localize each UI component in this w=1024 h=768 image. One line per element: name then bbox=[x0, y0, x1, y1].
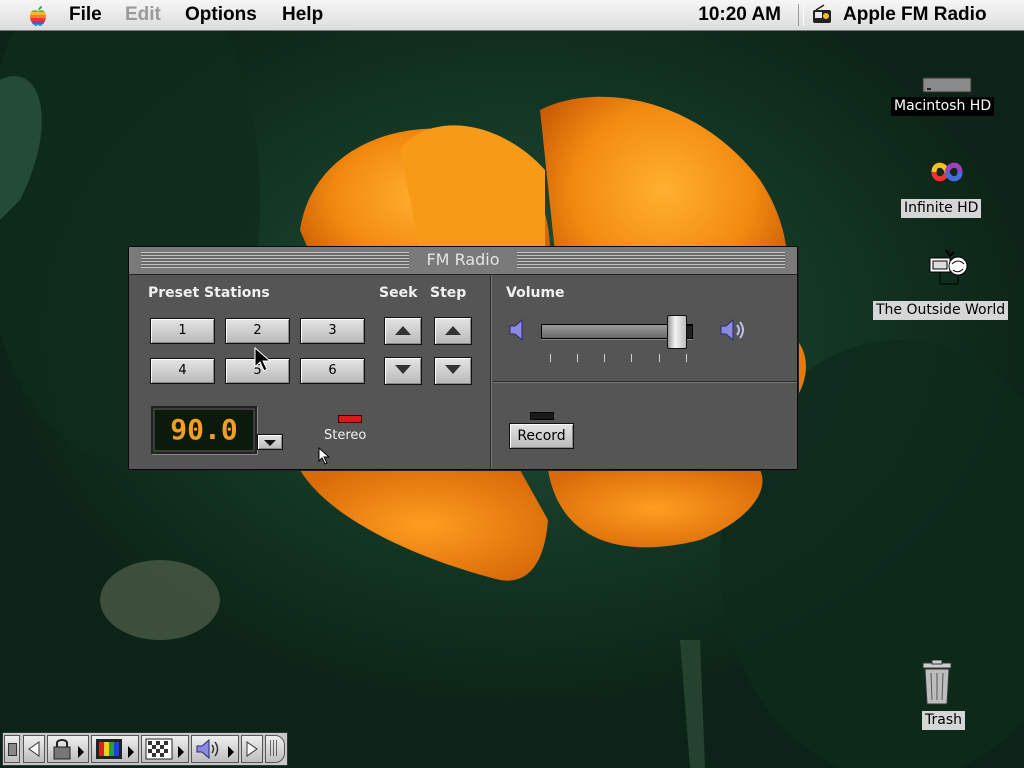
menu-options[interactable]: Options bbox=[185, 4, 257, 26]
menu-bar: File Edit Options Help 10:20 AM Apple FM… bbox=[0, 0, 1024, 31]
desktop-icon-infinite-hd[interactable]: Infinite HD bbox=[898, 155, 998, 221]
monitor-colors-icon bbox=[96, 739, 122, 759]
menu-help[interactable]: Help bbox=[282, 4, 323, 26]
desktop-icon-label: Macintosh HD bbox=[891, 97, 995, 116]
radio-app-icon[interactable] bbox=[811, 4, 833, 26]
panel-divider-vertical bbox=[490, 275, 492, 469]
record-indicator-led bbox=[530, 412, 554, 420]
preset-button-2[interactable]: 2 bbox=[225, 318, 290, 344]
step-label: Step bbox=[430, 285, 467, 301]
module-popup-arrow-icon bbox=[128, 746, 134, 758]
window-title-container: FM Radio bbox=[129, 250, 797, 269]
volume-tick bbox=[604, 354, 605, 362]
frequency-display: 90.0 bbox=[151, 406, 257, 454]
module-popup-arrow-icon bbox=[78, 746, 84, 758]
apple-menu-icon[interactable] bbox=[26, 4, 50, 28]
desktop-icon-label: Trash bbox=[922, 711, 965, 730]
menu-clock[interactable]: 10:20 AM bbox=[698, 4, 781, 26]
network-globe-icon bbox=[929, 249, 968, 285]
menu-file[interactable]: File bbox=[69, 4, 102, 26]
menu-separator bbox=[798, 4, 804, 26]
active-app-name[interactable]: Apple FM Radio bbox=[843, 4, 987, 26]
preset-stations-label: Preset Stations bbox=[148, 285, 270, 301]
desktop-icon-macintosh-hd[interactable]: Macintosh HD bbox=[890, 72, 1004, 120]
tab-grip-icon bbox=[270, 740, 271, 756]
seek-down-button[interactable] bbox=[384, 357, 422, 385]
volume-tick bbox=[631, 354, 632, 362]
mouse-pointer-icon bbox=[254, 347, 272, 372]
preset-button-4[interactable]: 4 bbox=[150, 358, 215, 384]
trash-icon bbox=[922, 660, 952, 705]
desktop-icon-label: Infinite HD bbox=[901, 199, 982, 218]
control-strip-collapse-tab[interactable] bbox=[4, 735, 20, 763]
control-strip-resolution[interactable] bbox=[141, 735, 189, 763]
window-title-bar[interactable]: FM Radio bbox=[129, 247, 797, 275]
triangle-up-icon bbox=[395, 326, 411, 335]
seek-up-button[interactable] bbox=[384, 317, 422, 345]
control-strip-scroll-left[interactable] bbox=[23, 735, 45, 763]
triangle-down-icon bbox=[395, 365, 411, 374]
stereo-indicator-led bbox=[338, 415, 362, 423]
preset-button-6[interactable]: 6 bbox=[300, 358, 365, 384]
volume-slider-thumb[interactable] bbox=[667, 315, 687, 349]
module-popup-arrow-icon bbox=[228, 746, 234, 758]
record-button[interactable]: Record bbox=[509, 423, 574, 449]
desktop-icon-the-outside-world[interactable]: The Outside World bbox=[872, 248, 1022, 322]
speaker-high-icon[interactable] bbox=[719, 316, 749, 344]
seek-label: Seek bbox=[379, 285, 418, 301]
triangle-up-icon bbox=[445, 326, 461, 335]
volume-label: Volume bbox=[506, 285, 565, 301]
fm-radio-window: FM Radio Preset Stations 1 2 3 4 5 6 See… bbox=[128, 246, 798, 470]
tab-grip-icon bbox=[8, 743, 17, 756]
preset-button-3[interactable]: 3 bbox=[300, 318, 365, 344]
desktop-icon-trash[interactable]: Trash bbox=[920, 658, 976, 734]
scroll-right-arrow-icon bbox=[246, 741, 258, 757]
control-strip bbox=[2, 732, 288, 766]
volume-slider-fill bbox=[542, 325, 677, 338]
hard-disk-icon bbox=[922, 77, 972, 93]
control-strip-appletalk[interactable] bbox=[47, 735, 89, 763]
volume-tick bbox=[659, 354, 660, 362]
frequency-dropdown-button[interactable] bbox=[257, 434, 283, 450]
control-strip-end-tab[interactable] bbox=[265, 735, 285, 763]
sound-volume-icon bbox=[196, 738, 219, 760]
volume-tick bbox=[577, 354, 578, 362]
panel-divider-horizontal bbox=[493, 381, 797, 383]
volume-tick bbox=[686, 354, 687, 362]
scroll-left-arrow-icon bbox=[28, 741, 40, 757]
desktop-icon-label: The Outside World bbox=[873, 301, 1009, 320]
speaker-low-icon[interactable] bbox=[508, 317, 526, 343]
menu-edit[interactable]: Edit bbox=[125, 4, 161, 26]
infinite-disk-icon bbox=[931, 162, 963, 182]
preset-button-1[interactable]: 1 bbox=[150, 318, 215, 344]
window-title: FM Radio bbox=[418, 250, 508, 269]
stereo-label: Stereo bbox=[324, 428, 367, 443]
control-strip-monitor-colors[interactable] bbox=[91, 735, 139, 763]
window-content: Preset Stations 1 2 3 4 5 6 Seek Step 90… bbox=[129, 275, 797, 469]
appletalk-lock-icon bbox=[53, 739, 71, 760]
step-up-button[interactable] bbox=[434, 317, 472, 345]
control-strip-scroll-right[interactable] bbox=[241, 735, 263, 763]
step-down-button[interactable] bbox=[434, 357, 472, 385]
volume-tick bbox=[550, 354, 551, 362]
triangle-down-icon bbox=[264, 440, 276, 446]
mouse-pointer-icon bbox=[318, 447, 330, 465]
module-popup-arrow-icon bbox=[178, 746, 184, 758]
control-strip-sound-volume[interactable] bbox=[191, 735, 239, 763]
triangle-down-icon bbox=[445, 365, 461, 374]
resolution-icon bbox=[145, 738, 173, 760]
